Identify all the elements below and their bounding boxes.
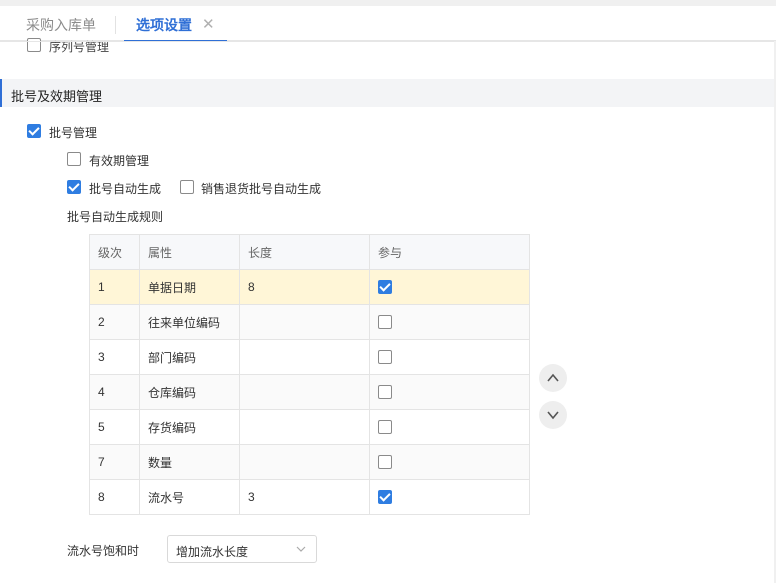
saturation-label: 流水号饱和时 <box>67 544 140 558</box>
section-title: 批号及效期管理 <box>11 89 103 104</box>
grid-header-row: 级次 属性 长度 参与 <box>89 234 530 270</box>
column-header-length: 长度 <box>239 234 370 270</box>
tab-divider <box>115 16 116 34</box>
expiry-mgmt-checkbox[interactable] <box>67 152 81 166</box>
rules-title: 批号自动生成规则 <box>67 210 164 224</box>
cell-length[interactable] <box>239 409 370 445</box>
table-row[interactable]: 2 往来单位编码 <box>89 304 530 340</box>
return-auto-gen-label: 销售退货批号自动生成 <box>201 182 322 196</box>
cell-attribute: 数量 <box>139 444 240 480</box>
chevron-down-icon <box>547 411 559 420</box>
tab-option-settings-label: 选项设置 <box>136 17 192 33</box>
table-row[interactable]: 7 数量 <box>89 444 530 480</box>
saturation-select-value: 增加流水长度 <box>176 545 249 559</box>
participate-checkbox[interactable] <box>378 350 392 365</box>
participate-checkbox[interactable] <box>378 280 392 295</box>
cell-level: 7 <box>89 444 140 480</box>
table-row[interactable]: 1 单据日期 8 <box>89 269 530 305</box>
close-icon[interactable]: ✕ <box>202 6 215 44</box>
table-row[interactable]: 8 流水号 3 <box>89 479 530 515</box>
move-down-button[interactable] <box>539 401 567 429</box>
section-header: 批号及效期管理 <box>0 79 776 107</box>
participate-checkbox[interactable] <box>378 420 392 435</box>
cell-level: 8 <box>89 479 140 515</box>
cell-level: 1 <box>89 269 140 305</box>
auto-gen-checkbox[interactable] <box>67 180 81 194</box>
participate-checkbox[interactable] <box>378 385 392 400</box>
cell-length[interactable] <box>239 374 370 410</box>
cell-length[interactable] <box>239 444 370 480</box>
tabbar-border <box>0 41 776 42</box>
cell-length[interactable] <box>239 304 370 340</box>
participate-checkbox[interactable] <box>378 490 392 505</box>
cell-length[interactable] <box>239 339 370 375</box>
cell-attribute: 往来单位编码 <box>139 304 240 340</box>
expiry-mgmt-label: 有效期管理 <box>89 154 150 168</box>
cell-level: 4 <box>89 374 140 410</box>
cell-participate <box>369 339 530 375</box>
tab-bar: 采购入库单 选项设置 ✕ <box>0 6 776 44</box>
cell-attribute: 存货编码 <box>139 409 240 445</box>
chevron-up-icon <box>547 373 559 382</box>
column-header-participate: 参与 <box>369 234 530 270</box>
cell-participate <box>369 374 530 410</box>
column-header-attribute: 属性 <box>139 234 240 270</box>
return-auto-gen-checkbox[interactable] <box>180 180 194 194</box>
cell-participate <box>369 304 530 340</box>
section-accent-bar <box>0 79 2 107</box>
cell-participate <box>369 409 530 445</box>
cell-length[interactable]: 8 <box>239 269 370 305</box>
batch-rule-grid: 级次 属性 长度 参与 1 单据日期 8 2 往来单位编码 3 部门编码 4 仓… <box>89 234 530 515</box>
cell-participate <box>369 269 530 305</box>
batch-mgmt-label: 批号管理 <box>49 126 98 140</box>
table-row[interactable]: 4 仓库编码 <box>89 374 530 410</box>
auto-gen-label: 批号自动生成 <box>89 182 162 196</box>
cell-length[interactable]: 3 <box>239 479 370 515</box>
tab-purchase-receipt[interactable]: 采购入库单 <box>8 6 114 41</box>
cell-attribute: 单据日期 <box>139 269 240 305</box>
cell-attribute: 仓库编码 <box>139 374 240 410</box>
participate-checkbox[interactable] <box>378 315 392 330</box>
cell-level: 3 <box>89 339 140 375</box>
saturation-select[interactable]: 增加流水长度 <box>167 535 317 563</box>
cell-participate <box>369 444 530 480</box>
cell-level: 5 <box>89 409 140 445</box>
move-up-button[interactable] <box>539 364 567 392</box>
chevron-down-icon <box>296 546 306 552</box>
participate-checkbox[interactable] <box>378 455 392 470</box>
column-header-level: 级次 <box>89 234 140 270</box>
tab-option-settings[interactable]: 选项设置 ✕ <box>124 6 227 44</box>
table-row[interactable]: 5 存货编码 <box>89 409 530 445</box>
cell-participate <box>369 479 530 515</box>
batch-mgmt-checkbox[interactable] <box>27 124 41 138</box>
cell-level: 2 <box>89 304 140 340</box>
cell-attribute: 部门编码 <box>139 339 240 375</box>
cell-attribute: 流水号 <box>139 479 240 515</box>
table-row[interactable]: 3 部门编码 <box>89 339 530 375</box>
